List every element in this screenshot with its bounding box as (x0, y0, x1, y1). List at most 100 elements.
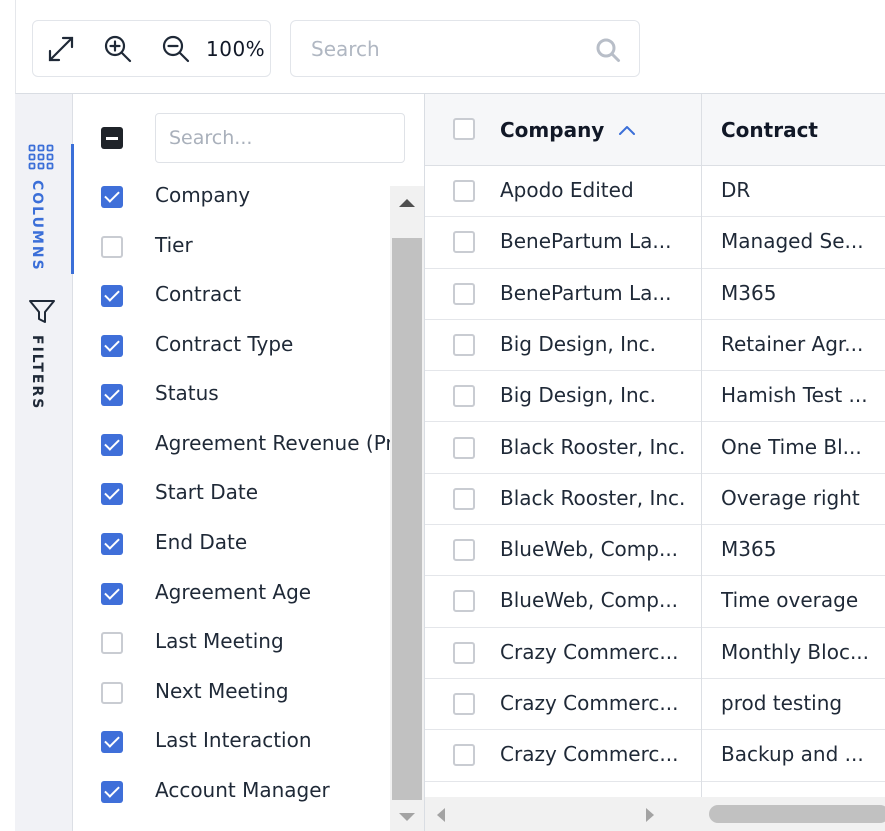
column-item[interactable]: Last Meeting (74, 623, 390, 663)
column-item[interactable]: Next Meeting (74, 673, 390, 713)
column-item[interactable]: Account Manager (74, 772, 390, 812)
column-checkbox[interactable] (101, 236, 123, 258)
column-label: Last Meeting (155, 629, 284, 653)
contract-cell: prod testing (721, 691, 843, 715)
row-checkbox[interactable] (453, 231, 475, 254)
row-checkbox[interactable] (453, 333, 475, 356)
table-row[interactable]: Crazy Commerc... Monthly Bloc... (425, 627, 885, 679)
row-checkbox[interactable] (453, 744, 475, 767)
row-checkbox[interactable] (453, 487, 475, 510)
column-list: Company Tier Contract Contract Type Stat… (74, 173, 390, 831)
column-checkbox[interactable] (101, 533, 123, 555)
column-header-contract[interactable]: Contract (721, 94, 818, 166)
grid-header: Company Contract (425, 94, 885, 166)
column-item[interactable]: Agreement Revenue (Pr (74, 425, 390, 465)
contract-cell: Retainer Agr... (721, 331, 864, 356)
table-row[interactable]: Big Design, Inc. Hamish Test ... (425, 371, 885, 423)
column-label: Contract (155, 282, 242, 306)
row-checkbox[interactable] (453, 282, 475, 305)
column-label: Agreement Age (155, 580, 312, 604)
expand-button[interactable] (45, 33, 77, 65)
table-row[interactable]: BlueWeb, Comp... Time overage (425, 576, 885, 628)
table-row[interactable]: Apodo Edited DR (425, 166, 885, 218)
company-cell: Black Rooster, Inc. (500, 434, 686, 459)
column-header-company[interactable]: Company (500, 94, 636, 166)
column-item[interactable]: Tier (74, 227, 390, 267)
row-checkbox[interactable] (453, 385, 475, 408)
table-row[interactable]: Black Rooster, Inc. Overage right (425, 473, 885, 526)
column-search (155, 113, 405, 163)
tab-columns[interactable]: COLUMNS (15, 144, 74, 274)
zoom-out-button[interactable] (160, 33, 192, 65)
select-all-checkbox[interactable] (101, 127, 123, 149)
table-row[interactable]: BlueWeb, Comp... M365 (425, 525, 885, 577)
column-item[interactable]: Company (74, 177, 390, 217)
row-checkbox[interactable] (453, 693, 475, 715)
company-cell: Crazy Commerc... (500, 742, 679, 767)
row-checkbox[interactable] (453, 436, 475, 459)
column-list-scrollbar[interactable] (390, 186, 424, 831)
global-search-input[interactable] (291, 21, 591, 76)
grid-dots-icon (28, 144, 54, 170)
data-grid: Company Contract Apodo Edited DR BenePar… (425, 94, 885, 831)
column-checkbox[interactable] (101, 483, 123, 505)
column-item[interactable]: Contract (74, 276, 390, 316)
header-select-all-checkbox[interactable] (453, 118, 475, 140)
column-item[interactable]: Status (74, 375, 390, 415)
scroll-down-arrow-icon[interactable] (399, 813, 415, 821)
column-checkbox[interactable] (101, 583, 123, 605)
table-row[interactable]: Crazy Commerc... Backup and ... (425, 730, 885, 782)
table-row[interactable]: BenePartum La... M365 (425, 268, 885, 320)
horizontal-scrollbar-thumb[interactable] (709, 805, 885, 823)
global-search (290, 20, 640, 77)
search-icon[interactable] (595, 37, 621, 63)
column-checkbox[interactable] (101, 384, 123, 406)
column-label: Last Interaction (155, 728, 312, 752)
row-checkbox[interactable] (453, 641, 475, 664)
zoom-out-icon (162, 35, 190, 63)
zoom-in-icon (104, 35, 132, 63)
column-checkbox[interactable] (101, 186, 123, 208)
expand-icon (48, 36, 74, 62)
row-checkbox[interactable] (453, 180, 475, 202)
column-checkbox[interactable] (101, 682, 123, 704)
side-rail: COLUMNS FILTERS (15, 94, 74, 831)
tab-filters[interactable]: FILTERS (15, 299, 73, 419)
company-cell: BenePartum La... (500, 229, 672, 254)
grid-horizontal-scrollbar[interactable] (425, 797, 885, 831)
company-cell: Black Rooster, Inc. (500, 485, 686, 510)
column-checkbox[interactable] (101, 731, 123, 753)
scroll-up-arrow-icon[interactable] (399, 199, 415, 207)
contract-cell: Managed Se... (721, 229, 864, 254)
scroll-right-arrow-icon[interactable] (646, 808, 654, 822)
column-item[interactable]: Last Interaction (74, 722, 390, 762)
zoom-in-button[interactable] (102, 33, 134, 65)
column-search-input[interactable] (156, 114, 404, 162)
sort-ascending-icon[interactable] (618, 124, 636, 136)
table-row[interactable]: Black Rooster, Inc. One Time Bl... (425, 422, 885, 474)
column-item[interactable]: Contract Type (74, 326, 390, 366)
column-divider[interactable] (701, 94, 702, 831)
contract-cell: One Time Bl... (721, 434, 862, 459)
scroll-left-arrow-icon[interactable] (437, 808, 445, 822)
column-label: Start Date (155, 480, 259, 504)
column-item[interactable]: Start Date (74, 474, 390, 514)
filter-icon (29, 300, 55, 323)
tab-columns-label: COLUMNS (29, 180, 45, 272)
table-row[interactable]: Crazy Commerc... prod testing (425, 679, 885, 731)
toolbar: 100% (15, 0, 885, 94)
scrollbar-thumb[interactable] (392, 238, 422, 800)
row-checkbox[interactable] (453, 590, 475, 613)
zoom-controls: 100% (32, 20, 271, 77)
table-row[interactable]: Big Design, Inc. Retainer Agr... (425, 319, 885, 372)
column-checkbox[interactable] (101, 434, 123, 456)
column-item[interactable]: End Date (74, 524, 390, 564)
company-cell: Crazy Commerc... (500, 639, 679, 664)
column-item[interactable]: Agreement Age (74, 574, 390, 614)
column-checkbox[interactable] (101, 285, 123, 307)
table-row[interactable]: BenePartum La... Managed Se... (425, 217, 885, 269)
row-checkbox[interactable] (453, 539, 475, 562)
column-checkbox[interactable] (101, 335, 123, 357)
column-checkbox[interactable] (101, 632, 123, 654)
column-checkbox[interactable] (101, 781, 123, 803)
